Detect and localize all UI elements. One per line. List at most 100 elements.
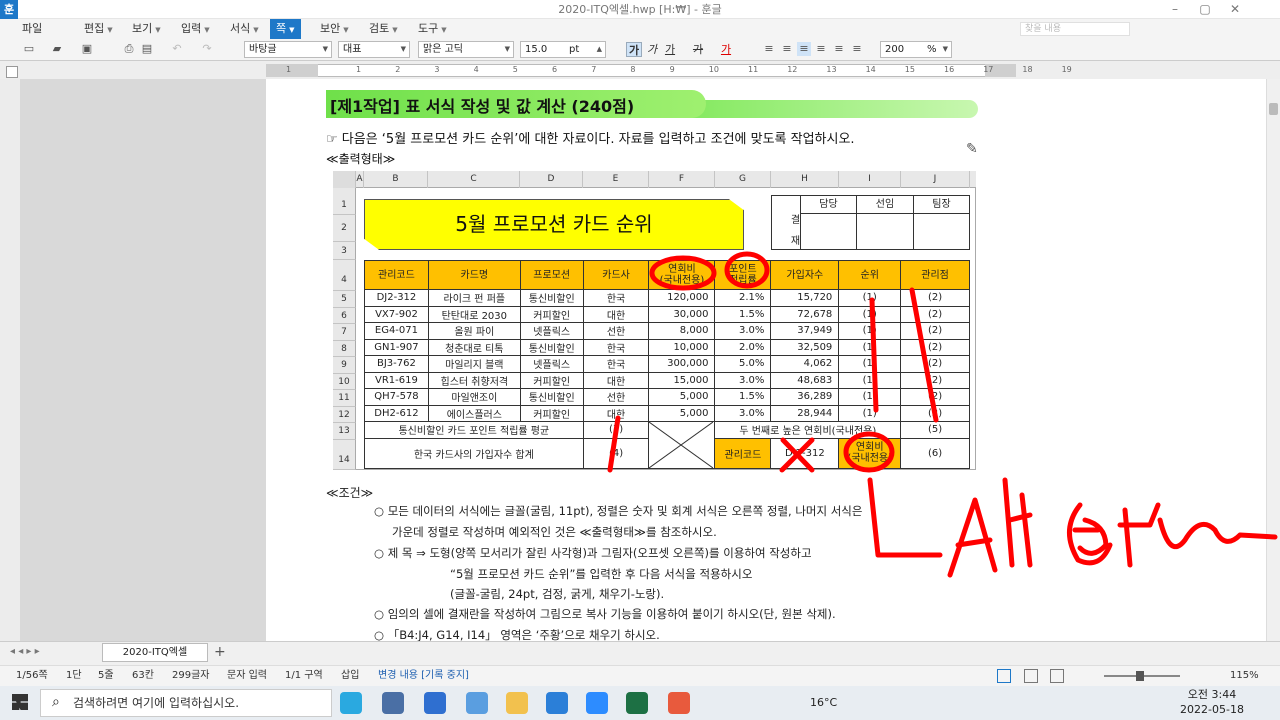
ruler-number: 6 — [552, 65, 558, 74]
menu-view[interactable]: 보기 ▼ — [132, 19, 161, 39]
condition-line: ○ 제 목 ⇒ 도형(양쪽 모서리가 잘린 사각형)과 그림자(오프셋 오른쪽)… — [374, 546, 812, 560]
italic-button[interactable]: 가 — [644, 42, 660, 57]
menu-edit[interactable]: 편집 ▼ — [84, 19, 113, 39]
condition-line: ○ 모든 데이터의 서식에는 글꼴(굴림, 11pt), 정렬은 숫자 및 회계… — [374, 504, 863, 518]
table-cell: 36,289 — [770, 388, 840, 406]
divide-icon[interactable]: ≡ — [850, 42, 864, 56]
close-button[interactable]: ✕ — [1220, 0, 1250, 19]
app-icon-red[interactable] — [668, 692, 690, 714]
preview-icon[interactable]: ▤ — [140, 42, 154, 56]
table-cell: 선한 — [582, 322, 650, 340]
sheet-tab[interactable]: 2020-ITQ엑셀 — [102, 643, 208, 662]
view-normal-icon[interactable] — [997, 669, 1011, 683]
status-count: 299글자 — [172, 670, 210, 681]
app-icon-gear[interactable] — [466, 692, 488, 714]
distribute-icon[interactable]: ≡ — [832, 42, 846, 56]
zoom-level: 115% — [1230, 670, 1259, 681]
table-cell: 넷플릭스 — [519, 322, 584, 340]
menu-insert[interactable]: 입력 ▼ — [181, 19, 210, 39]
table-cell: 8,000 — [648, 322, 716, 340]
style-select[interactable]: 바탕글 ▼ — [244, 41, 332, 58]
zoom-thumb[interactable] — [1136, 671, 1144, 681]
bold-button[interactable]: 가 — [626, 42, 642, 57]
app-icon[interactable]: 훈 — [0, 0, 18, 19]
add-sheet-icon[interactable]: + — [214, 644, 226, 660]
zoom-icon[interactable] — [586, 692, 608, 714]
ruler-numbers: 1 1 2 3 4 5 6 7 8 9 10 11 12 13 14 15 16 17 18 19 — [266, 64, 1072, 77]
ruler-number: 13 — [826, 65, 837, 74]
table-cell: (1) — [838, 388, 902, 406]
language-select[interactable]: 대표 ▼ — [338, 41, 410, 58]
minimize-button[interactable]: – — [1160, 0, 1190, 19]
align-justify-icon[interactable]: ≡ — [762, 42, 776, 56]
menu-review[interactable]: 검토 ▼ — [369, 19, 398, 39]
align-left-icon[interactable]: ≡ — [780, 42, 794, 56]
table-cell: (2) — [900, 338, 970, 356]
status-track[interactable]: 변경 내용 [기록 중지] — [378, 665, 469, 686]
table-cell: (2) — [900, 404, 970, 422]
table-cell: (1) — [838, 338, 902, 356]
undo-icon[interactable]: ↶ — [170, 42, 184, 56]
status-insert[interactable]: 삽입 — [341, 665, 359, 686]
vertical-scrollbar[interactable] — [1266, 79, 1280, 641]
zoom-select[interactable]: 200% ▼ — [880, 41, 952, 58]
sum-value: (4) — [582, 437, 650, 470]
table-cell: 대한 — [582, 371, 650, 389]
align-right-icon[interactable]: ≡ — [814, 42, 828, 56]
ruler-number: 14 — [865, 65, 876, 74]
edge-icon[interactable] — [340, 692, 362, 714]
taskbar-search-input[interactable]: 검색하려면 여기에 입력하십시오. — [40, 689, 332, 717]
table-cell: (2) — [900, 371, 970, 389]
weather-temp[interactable]: 16°C — [810, 686, 837, 720]
font-size-input[interactable]: 15.0 pt ▲ — [520, 41, 606, 58]
hwp-taskbar-icon[interactable] — [546, 692, 568, 714]
mail-icon[interactable] — [424, 692, 446, 714]
row-header: 3 — [333, 242, 356, 260]
explorer-icon[interactable] — [506, 692, 528, 714]
row-header: 10 — [333, 373, 356, 390]
table-cell: 5,000 — [648, 404, 716, 422]
table-cell: DH2-612 — [364, 404, 429, 422]
table-cell: 커피할인 — [519, 404, 584, 422]
table-cell: VR1-619 — [364, 371, 429, 389]
th-fee: 연회비 (국내전용) — [648, 260, 716, 290]
clock-time[interactable]: 오전 3:44 — [1180, 688, 1244, 702]
clock-date[interactable]: 2022-05-18 — [1180, 703, 1244, 717]
excel-icon[interactable] — [626, 692, 648, 714]
table-cell: 1.5% — [714, 305, 772, 323]
table-cell: (2) — [900, 305, 970, 323]
menu-security[interactable]: 보안 ▼ — [320, 19, 349, 39]
ruler-number: 19 — [1061, 65, 1072, 74]
view-page-icon[interactable] — [1050, 669, 1064, 683]
th-rank: 순위 — [838, 260, 902, 290]
output-label: ≪출력형태≫ — [326, 152, 396, 166]
table-cell: 한국 — [582, 338, 650, 356]
prev-sheet-icon[interactable]: ◂ ◂ ▸ ▸ — [10, 646, 40, 657]
view-web-icon[interactable] — [1024, 669, 1038, 683]
menu-page[interactable]: 쪽 ▼ — [270, 19, 301, 39]
row-header: 9 — [333, 357, 356, 374]
table-cell: 에이스플러스 — [427, 404, 521, 422]
save-icon[interactable]: ▣ — [80, 42, 94, 56]
strike-button[interactable]: 가 — [690, 42, 706, 57]
menu-file[interactable]: 파일 — [22, 19, 42, 39]
pencil-icon[interactable]: ✎ — [966, 141, 978, 157]
menu-tools[interactable]: 도구 ▼ — [418, 19, 447, 39]
font-color-button[interactable]: 가 — [718, 42, 734, 57]
maximize-button[interactable]: ▢ — [1190, 0, 1220, 19]
table-cell: 한국 — [582, 355, 650, 373]
align-center-icon[interactable]: ≡ — [797, 42, 811, 56]
print-icon[interactable]: ⎙ — [122, 42, 136, 56]
font-select[interactable]: 맑은 고딕 ▼ — [418, 41, 514, 58]
col-header: E — [583, 171, 649, 188]
new-doc-icon[interactable]: ▭ — [22, 42, 36, 56]
store-icon[interactable] — [382, 692, 404, 714]
help-search-input[interactable]: 찾을 내용 — [1020, 22, 1130, 36]
redo-icon[interactable]: ↷ — [200, 42, 214, 56]
table-row: VX7-902 탄탄대로 2030 커피할인 대한 30,000 1.5% 72,678 (1… — [364, 305, 970, 323]
open-folder-icon[interactable]: ▰ — [50, 42, 64, 56]
menu-format[interactable]: 서식 ▼ — [230, 19, 259, 39]
underline-button[interactable]: 가 — [662, 42, 678, 57]
ruler-corner[interactable] — [6, 66, 18, 78]
table-cell: (1) — [838, 371, 902, 389]
